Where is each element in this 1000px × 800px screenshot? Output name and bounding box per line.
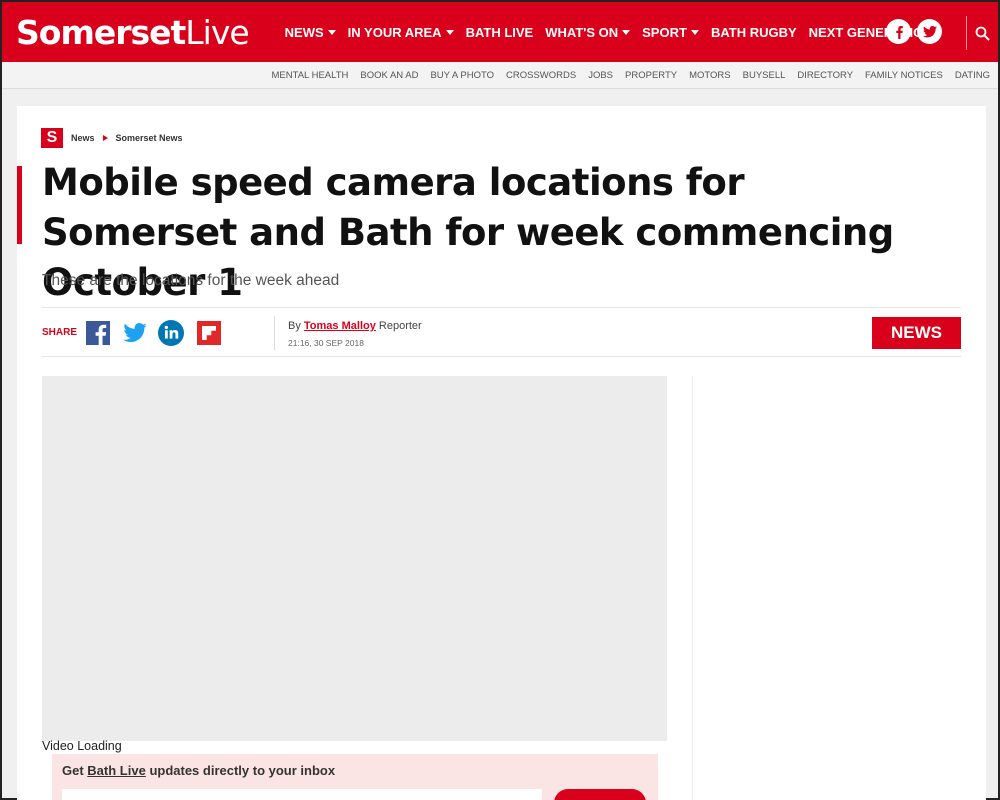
- subnav-item-crosswords[interactable]: CROSSWORDS: [500, 70, 582, 81]
- newsletter-email-field[interactable]: [62, 789, 542, 800]
- share-label: SHARE: [42, 327, 78, 338]
- facebook-icon[interactable]: [886, 19, 911, 44]
- breadcrumb-news[interactable]: News: [71, 133, 95, 143]
- twitter-icon[interactable]: [917, 19, 942, 44]
- linkedin-share-button[interactable]: [158, 320, 184, 346]
- chevron-down-icon: [445, 29, 454, 35]
- author-role: Reporter: [378, 320, 422, 332]
- subnav-item-family-notices[interactable]: FAMILY NOTICES: [859, 70, 949, 81]
- facebook-share-button[interactable]: [85, 320, 111, 346]
- article-standfirst: These are the locations for the week ahe…: [42, 272, 340, 289]
- nav-item-sport[interactable]: SPORT: [636, 25, 705, 40]
- subnav-item-jobs[interactable]: JOBS: [582, 70, 619, 81]
- nav-item-whats-on[interactable]: WHAT'S ON: [539, 25, 636, 40]
- category-tag[interactable]: NEWS: [872, 317, 961, 349]
- header-social: [886, 19, 942, 44]
- newsletter-prompt: Get Bath Live updates directly to your i…: [62, 763, 336, 778]
- nav-item-in-your-area[interactable]: IN YOUR AREA: [342, 25, 460, 40]
- subnav-item-directory[interactable]: DIRECTORY: [791, 70, 859, 81]
- subnav-item-property[interactable]: PROPERTY: [619, 70, 683, 81]
- breadcrumb-somerset-news[interactable]: Somerset News: [116, 133, 183, 143]
- article-card: S News Somerset News Mobile speed camera…: [17, 106, 986, 800]
- main-nav: NEWS IN YOUR AREA BATH LIVE WHAT'S ON SP…: [279, 25, 939, 40]
- nav-item-bath-rugby[interactable]: BATH RUGBY: [705, 25, 803, 40]
- subnav-item-buysell[interactable]: BUYSELL: [737, 70, 792, 81]
- nav-item-news[interactable]: NEWS: [279, 25, 342, 40]
- linkedin-icon: [158, 320, 184, 346]
- article-meta: SHARE By Tomas Malloy Reporter 21:16, 30…: [42, 307, 961, 357]
- byline: By Tomas Malloy Reporter: [288, 320, 422, 332]
- chevron-down-icon: [690, 29, 699, 35]
- video-player[interactable]: [42, 376, 667, 741]
- sidebar-divider: [692, 376, 693, 800]
- flipboard-icon: [197, 321, 221, 345]
- author-link[interactable]: Tomas Malloy: [304, 320, 376, 332]
- subnav-item-book-an-ad[interactable]: BOOK AN AD: [354, 70, 424, 81]
- chevron-down-icon: [622, 29, 631, 35]
- video-loading-label: Video Loading: [42, 739, 122, 753]
- secondary-nav: MENTAL HEALTH BOOK AN AD BUY A PHOTO CRO…: [2, 62, 998, 89]
- search-button[interactable]: [966, 16, 998, 50]
- nav-item-bath-live[interactable]: BATH LIVE: [460, 25, 540, 40]
- newsletter-signup: Get Bath Live updates directly to your i…: [52, 754, 658, 800]
- search-icon: [975, 26, 990, 41]
- headline-accent-bar: [17, 166, 22, 244]
- flipboard-share-button[interactable]: [196, 320, 222, 346]
- byline-divider: [274, 316, 275, 350]
- section-badge[interactable]: S: [41, 128, 63, 148]
- article-timestamp: 21:16, 30 SEP 2018: [288, 338, 364, 348]
- subnav-item-dating[interactable]: DATING: [949, 70, 996, 81]
- twitter-icon: [123, 323, 147, 342]
- subnav-item-mental-health[interactable]: MENTAL HEALTH: [265, 70, 354, 81]
- breadcrumb: S News Somerset News: [41, 128, 183, 148]
- site-logo[interactable]: SomersetLive: [16, 13, 250, 52]
- newsletter-subscribe-button[interactable]: [554, 789, 646, 800]
- twitter-share-button[interactable]: [122, 320, 148, 346]
- subnav-item-motors[interactable]: MOTORS: [683, 70, 737, 81]
- chevron-down-icon: [327, 29, 336, 35]
- newsletter-brand-link[interactable]: Bath Live: [87, 763, 146, 778]
- site-header: SomersetLive NEWS IN YOUR AREA BATH LIVE…: [2, 2, 998, 62]
- chevron-right-icon: [102, 135, 108, 141]
- facebook-icon: [86, 321, 110, 345]
- subnav-item-buy-a-photo[interactable]: BUY A PHOTO: [424, 70, 500, 81]
